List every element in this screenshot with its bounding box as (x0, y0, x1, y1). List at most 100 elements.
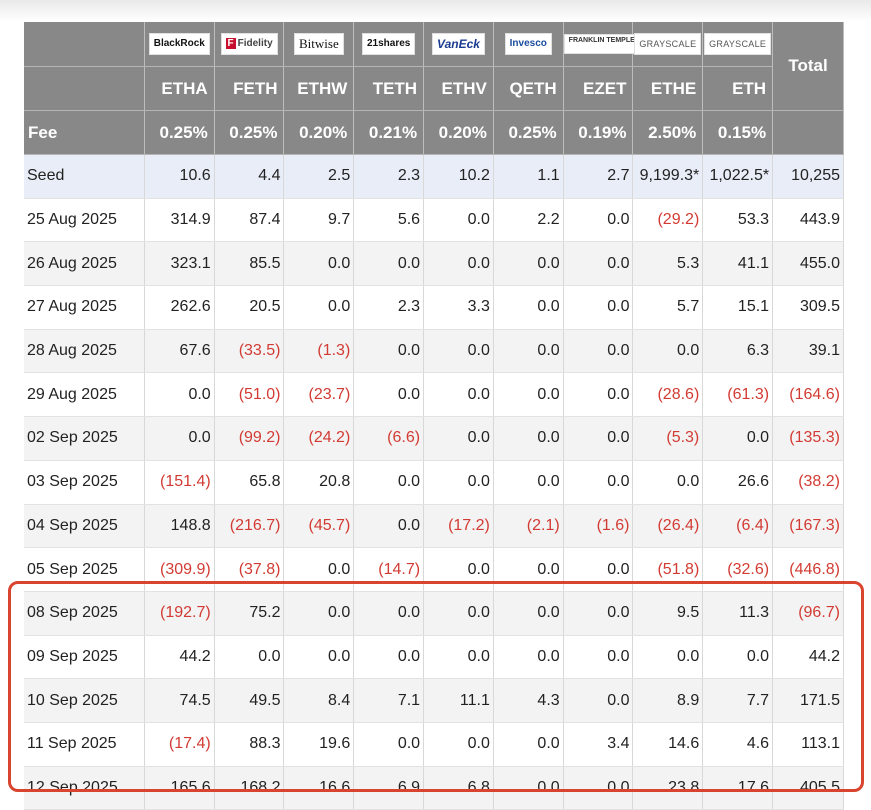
flow-cell: (45.7) (283, 504, 355, 549)
row-date-label: 10 Sep 2025 (24, 678, 145, 723)
fee-value: 0.25% (144, 110, 215, 155)
ticker-header: ETHW (283, 66, 355, 111)
row-date-label: 05 Sep 2025 (24, 547, 145, 592)
ticker-header: FETH (214, 66, 285, 111)
fee-value: 0.19% (563, 110, 634, 155)
row-date-label: 11 Sep 2025 (24, 722, 145, 767)
flow-cell: 74.5 (144, 678, 215, 723)
flow-cell: 0.0 (563, 460, 634, 505)
flow-cell: 75.2 (214, 591, 285, 636)
grayscale-logo: GRAYSCALE (704, 33, 772, 55)
flow-cell: 0.0 (423, 460, 494, 505)
flow-cell: 0.0 (563, 416, 634, 461)
flow-cell: 41.1 (702, 241, 774, 287)
flow-cell: 6.3 (702, 329, 774, 374)
row-date-label: 27 Aug 2025 (24, 285, 145, 330)
flow-cell: 87.4 (214, 198, 285, 243)
flow-cell: 53.3 (702, 198, 774, 243)
flow-cell: (23.7) (283, 372, 355, 418)
flow-cell: 2.2 (493, 198, 564, 243)
flow-cell: 0.0 (563, 285, 634, 330)
flow-cell: 0.0 (702, 635, 774, 680)
flow-cell: 8.9 (632, 678, 704, 723)
row-date-label: 02 Sep 2025 (24, 416, 145, 461)
flow-cell: 10.2 (423, 154, 494, 199)
fee-value: 0.21% (353, 110, 425, 155)
flow-rows: Seed 10.6 4.4 2.5 2.3 10.2 1.1 2.7 9,199.3* 1,022… (24, 154, 844, 810)
table-row: 03 Sep 2025 (151.4) 65.8 20.8 0.0 0.0 0.0 0.0 0.… (24, 460, 844, 505)
flow-cell: 6.9 (353, 766, 425, 810)
flow-cell: 165.6 (144, 766, 215, 810)
flow-cell: 4.3 (493, 678, 564, 723)
total-cell: (38.2) (772, 460, 844, 505)
flow-cell: 14.6 (632, 722, 704, 767)
flow-cell: 4.6 (702, 722, 774, 767)
flow-cell: 0.0 (563, 547, 634, 592)
row-date-label: 12 Sep 2025 (24, 766, 145, 810)
total-cell: (135.3) (772, 416, 844, 461)
fee-total-empty (772, 110, 844, 155)
table-row: 28 Aug 2025 67.6 (33.5) (1.3) 0.0 0.0 0.0 0.0 0.… (24, 329, 844, 374)
flow-cell: (51.8) (632, 547, 704, 592)
row-date-label: 25 Aug 2025 (24, 198, 145, 243)
total-cell: (446.8) (772, 547, 844, 592)
invesco-logo: Invesco (504, 33, 552, 55)
total-cell: 405.5 (772, 766, 844, 810)
flow-cell: 0.0 (283, 285, 355, 330)
flow-cell: 0.0 (563, 241, 634, 287)
flow-cell: 5.6 (353, 198, 425, 243)
flow-cell: 20.5 (214, 285, 285, 330)
table-row: 02 Sep 2025 0.0 (99.2) (24.2) (6.6) 0.0 0.0 0.0… (24, 416, 844, 461)
flow-cell: 0.0 (493, 547, 564, 592)
issuer-logo-cell: F Fidelity (214, 22, 285, 67)
flow-cell: 17.6 (702, 766, 774, 810)
flow-cell: (33.5) (214, 329, 285, 374)
flow-cell: 1,022.5* (702, 154, 774, 199)
ticker-header: ETHV (423, 66, 494, 111)
flow-cell: 0.0 (423, 722, 494, 767)
flow-cell: 0.0 (353, 329, 425, 374)
flow-cell: 9,199.3* (632, 154, 704, 199)
seed-row: Seed 10.6 4.4 2.5 2.3 10.2 1.1 2.7 9,199.3* 1,022… (24, 154, 844, 199)
row-date-label: 09 Sep 2025 (24, 635, 145, 680)
row-date-label: 28 Aug 2025 (24, 329, 145, 374)
flow-cell: 7.7 (702, 678, 774, 723)
flow-cell: (51.0) (214, 372, 285, 418)
flow-cell: 19.6 (283, 722, 355, 767)
total-cell: (167.3) (772, 504, 844, 549)
flow-cell: (99.2) (214, 416, 285, 461)
etf-flow-table-container: BlackRock F Fidelity Bitwise 21shares Van… (24, 22, 844, 810)
flow-cell: 0.0 (493, 416, 564, 461)
flow-cell: 0.0 (283, 591, 355, 636)
flow-cell: 6.8 (423, 766, 494, 810)
flow-cell: (17.4) (144, 722, 215, 767)
issuer-logo-cell: 21shares (353, 22, 425, 67)
flow-cell: 88.3 (214, 722, 285, 767)
flow-cell: 0.0 (493, 591, 564, 636)
flow-cell: (151.4) (144, 460, 215, 505)
flow-cell: 8.4 (283, 678, 355, 723)
flow-cell: 1.1 (493, 154, 564, 199)
issuer-logo-cell: Bitwise (283, 22, 355, 67)
21shares-logo: 21shares (361, 33, 416, 55)
flow-cell: 11.3 (702, 591, 774, 636)
flow-cell: 3.3 (423, 285, 494, 330)
flow-cell: 0.0 (423, 635, 494, 680)
corner-cell (24, 22, 145, 67)
issuer-logo-cell: BlackRock (144, 22, 215, 67)
flow-cell: 0.0 (563, 198, 634, 243)
flow-cell: 9.7 (283, 198, 355, 243)
flow-cell: 0.0 (283, 241, 355, 287)
fee-value: 0.20% (283, 110, 355, 155)
table-row: 29 Aug 2025 0.0 (51.0) (23.7) 0.0 0.0 0.0 0.0 (2… (24, 372, 844, 418)
flow-cell: 0.0 (493, 460, 564, 505)
total-cell: 39.1 (772, 329, 844, 374)
ticker-header: QETH (493, 66, 564, 111)
flow-cell: 44.2 (144, 635, 215, 680)
flow-cell: 0.0 (493, 241, 564, 287)
table-row: 09 Sep 2025 44.2 0.0 0.0 0.0 0.0 0.0 0.0 0.0 0.0 4… (24, 635, 844, 680)
flow-cell: 168.2 (214, 766, 285, 810)
flow-cell: 0.0 (632, 635, 704, 680)
table-row: 25 Aug 2025 314.9 87.4 9.7 5.6 0.0 2.2 0.0 (29.2… (24, 198, 844, 243)
flow-cell: 11.1 (423, 678, 494, 723)
